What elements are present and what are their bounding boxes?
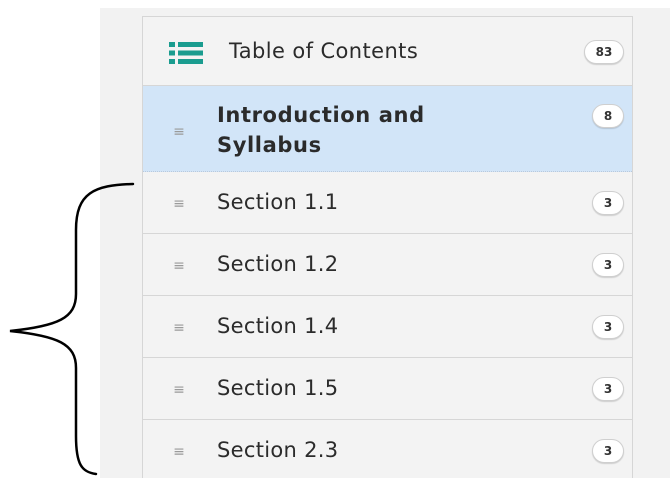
drag-handle-icon[interactable]: ≡	[173, 197, 185, 211]
toc-item-count-badge: 3	[592, 191, 624, 215]
drag-handle-icon[interactable]: ≡	[173, 383, 185, 397]
toc-item-label: Section 2.3	[217, 438, 339, 462]
toc-item-count-badge: 3	[592, 377, 624, 401]
toc-item-label: Section 1.1	[217, 190, 339, 214]
curly-brace-icon	[9, 182, 135, 476]
toc-item-section-2-3[interactable]: ≡ Section 2.3 3	[143, 420, 632, 478]
drag-handle-icon[interactable]: ≡	[173, 321, 185, 335]
toc-item-label: Introduction and Syllabus	[217, 103, 425, 157]
toc-item-count-badge: 3	[592, 439, 624, 463]
toc-item-label: Section 1.4	[217, 314, 339, 338]
toc-item-count-badge: 8	[592, 104, 624, 128]
drag-handle-icon[interactable]: ≡	[173, 259, 185, 273]
toc-item-label: Section 1.5	[217, 376, 339, 400]
toc-item-introduction-and-syllabus[interactable]: ≡ Introduction and Syllabus 8	[143, 86, 632, 172]
toc-item-section-1-1[interactable]: ≡ Section 1.1 3	[143, 172, 632, 234]
toc-item-count-badge: 3	[592, 315, 624, 339]
drag-handle-icon[interactable]: ≡	[173, 125, 185, 139]
list-icon	[169, 42, 203, 64]
screenshot-stage: Table of Contents 83 ≡ Introduction and …	[0, 0, 670, 478]
toc-title: Table of Contents	[229, 39, 419, 63]
toc-header[interactable]: Table of Contents 83	[143, 16, 632, 86]
toc-item-section-1-5[interactable]: ≡ Section 1.5 3	[143, 358, 632, 420]
toc-item-section-1-2[interactable]: ≡ Section 1.2 3	[143, 234, 632, 296]
toc-item-section-1-4[interactable]: ≡ Section 1.4 3	[143, 296, 632, 358]
table-of-contents: Table of Contents 83 ≡ Introduction and …	[142, 16, 633, 478]
toc-total-count-badge: 83	[584, 40, 624, 64]
toc-item-count-badge: 3	[592, 253, 624, 277]
toc-item-label: Section 1.2	[217, 252, 339, 276]
drag-handle-icon[interactable]: ≡	[173, 445, 185, 459]
